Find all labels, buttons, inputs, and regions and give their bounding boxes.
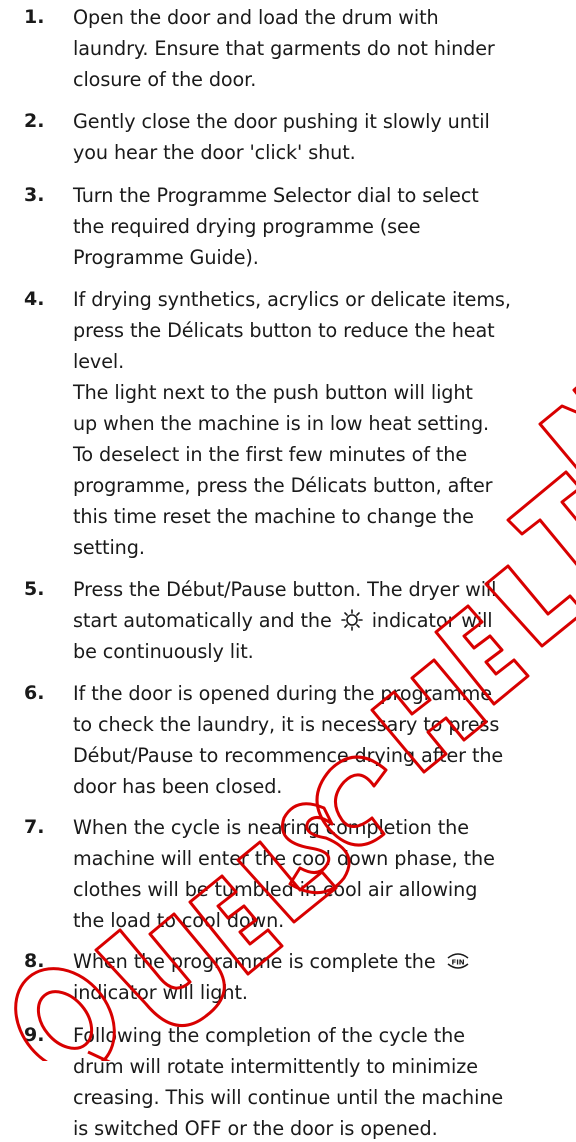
- step-text: programme, press the Délicats button, af…: [73, 474, 493, 497]
- step-text: this time reset the machine to change th…: [73, 505, 474, 528]
- step-text: to check the laundry, it is necessary to…: [73, 713, 500, 736]
- step-text: When the programme is complete the: [73, 950, 436, 973]
- step-text: Press the Début/Pause button. The dryer …: [73, 578, 497, 601]
- step-text: press the Délicats button to reduce the …: [73, 319, 495, 342]
- step-number: 7.: [24, 816, 45, 838]
- sun-indicator-icon: [340, 609, 363, 638]
- step-text: clothes will be tumbled in cool air allo…: [73, 878, 478, 901]
- step-text: To deselect in the first few minutes of …: [73, 443, 468, 466]
- step-text: door has been closed.: [73, 775, 283, 798]
- step-text: drum will rotate intermittently to minim…: [73, 1055, 478, 1078]
- step-text: When the cycle is nearing completion the: [73, 816, 469, 839]
- step-text: the load to cool down.: [73, 909, 285, 932]
- step-text: If drying synthetics, acrylics or delica…: [73, 288, 511, 311]
- step-text: Début/Pause to recommence drying after t…: [73, 744, 504, 767]
- step-text: The light next to the push button will l…: [73, 381, 473, 404]
- step-text-with-icon: When the programme is complete the FIN: [73, 948, 474, 979]
- step-text: indicator will: [371, 609, 493, 632]
- step-text: setting.: [73, 536, 145, 559]
- step-text: Gently close the door pushing it slowly …: [73, 110, 490, 133]
- step-number: 8.: [24, 950, 45, 972]
- step-text: be continuously lit.: [73, 640, 254, 663]
- step-text: machine will enter the cool down phase, …: [73, 847, 495, 870]
- step-number: 1.: [24, 6, 45, 28]
- step-text: indicator will light.: [73, 981, 248, 1004]
- step-text: If the door is opened during the program…: [73, 682, 492, 705]
- step-text: Programme Guide).: [73, 246, 259, 269]
- step-number: 9.: [24, 1024, 45, 1046]
- step-number: 2.: [24, 110, 45, 132]
- step-text: closure of the door.: [73, 68, 257, 91]
- step-text: creasing. This will continue until the m…: [73, 1086, 504, 1109]
- step-number: 4.: [24, 288, 45, 310]
- step-text: the required drying programme (see: [73, 215, 421, 238]
- fin-indicator-icon: FIN: [445, 950, 471, 979]
- step-text: Open the door and load the drum with: [73, 6, 439, 29]
- step-number: 5.: [24, 578, 45, 600]
- step-text: up when the machine is in low heat setti…: [73, 412, 490, 435]
- step-number: 6.: [24, 682, 45, 704]
- step-text: you hear the door 'click' shut.: [73, 141, 356, 164]
- step-text: level.: [73, 350, 125, 373]
- step-text: Following the completion of the cycle th…: [73, 1024, 465, 1047]
- step-number: 3.: [24, 184, 45, 206]
- step-text: Turn the Programme Selector dial to sele…: [73, 184, 479, 207]
- step-text: start automatically and the: [73, 609, 332, 632]
- svg-text:FIN: FIN: [451, 959, 464, 967]
- step-text: is switched OFF or the door is opened.: [73, 1117, 438, 1140]
- step-text-with-icon: start automatically and the indicator wi…: [73, 607, 493, 638]
- step-text: laundry. Ensure that garments do not hin…: [73, 37, 495, 60]
